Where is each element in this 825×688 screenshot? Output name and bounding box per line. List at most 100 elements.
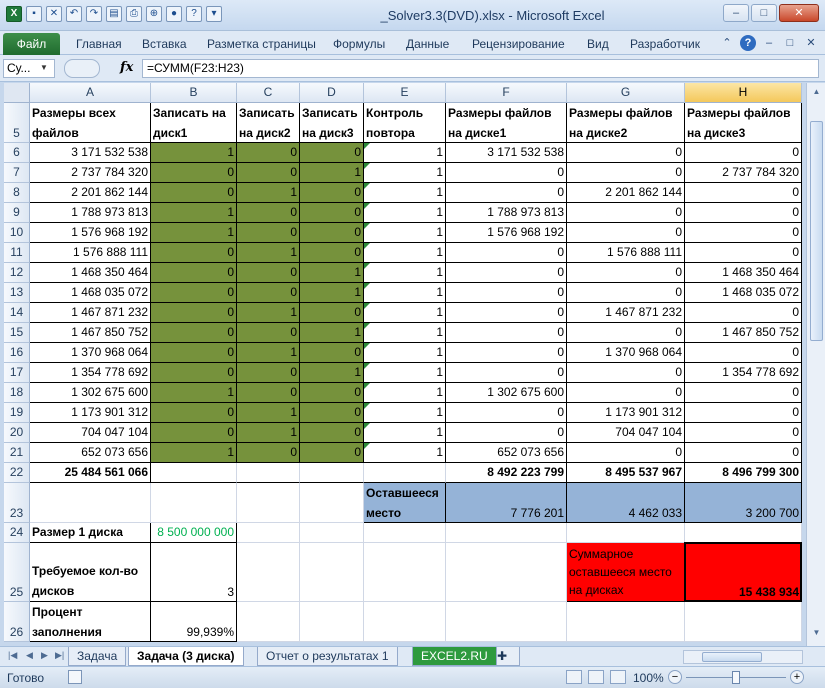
cell-a[interactable]: 2 201 862 144 xyxy=(30,183,151,203)
empty-cell[interactable] xyxy=(685,523,802,543)
tab-insert[interactable]: Вставка xyxy=(142,37,187,51)
column-header-f[interactable]: F xyxy=(446,83,567,103)
cell-e[interactable]: 1 xyxy=(364,163,446,183)
column-header-e[interactable]: E xyxy=(364,83,446,103)
formula-input[interactable]: =СУММ(F23:H23) xyxy=(142,59,819,78)
zoom-level[interactable]: 100% xyxy=(633,671,664,685)
cell-b[interactable]: 1 xyxy=(151,223,237,243)
cell-a[interactable]: 1 788 973 813 xyxy=(30,203,151,223)
remaining-label[interactable]: Оставшееся место xyxy=(364,483,446,523)
scroll-up-icon[interactable]: ▲ xyxy=(810,87,823,100)
cell-a[interactable]: 3 171 532 538 xyxy=(30,143,151,163)
cell-c[interactable]: 1 xyxy=(237,343,300,363)
empty-cell[interactable] xyxy=(237,543,300,602)
sheet-tab-report[interactable]: Отчет о результатах 1 xyxy=(257,647,398,666)
total-cell-f[interactable]: 8 492 223 799 xyxy=(446,463,567,483)
cell-f[interactable]: 0 xyxy=(446,243,567,263)
empty-cell[interactable] xyxy=(364,463,446,483)
cell-a[interactable]: 1 468 035 072 xyxy=(30,283,151,303)
horizontal-scroll-thumb[interactable] xyxy=(702,652,762,662)
cell-c[interactable]: 1 xyxy=(237,303,300,323)
zoom-slider-knob[interactable] xyxy=(732,671,740,684)
cell-e[interactable]: 1 xyxy=(364,283,446,303)
cell-f[interactable]: 1 788 973 813 xyxy=(446,203,567,223)
cell-g[interactable]: 1 467 871 232 xyxy=(567,303,685,323)
header-cell-d[interactable]: Записать на диск3 xyxy=(300,103,364,143)
cell-h[interactable]: 0 xyxy=(685,423,802,443)
cell-e[interactable]: 1 xyxy=(364,183,446,203)
cell-f[interactable]: 0 xyxy=(446,283,567,303)
cell-f[interactable]: 0 xyxy=(446,163,567,183)
cell-c[interactable]: 0 xyxy=(237,223,300,243)
cell-f[interactable]: 0 xyxy=(446,263,567,283)
cell-b[interactable]: 0 xyxy=(151,343,237,363)
cell-b[interactable]: 0 xyxy=(151,323,237,343)
empty-cell[interactable] xyxy=(364,543,446,602)
cell-a[interactable]: 1 467 850 752 xyxy=(30,323,151,343)
cell-h[interactable]: 0 xyxy=(685,403,802,423)
sheet-tab-task[interactable]: Задача xyxy=(68,647,127,666)
cell-a[interactable]: 1 468 350 464 xyxy=(30,263,151,283)
last-sheet-icon[interactable]: ▶| xyxy=(55,650,64,661)
column-header-a[interactable]: A xyxy=(30,83,151,103)
empty-cell[interactable] xyxy=(446,602,567,642)
vertical-scrollbar[interactable]: ▲ ▼ xyxy=(806,83,825,646)
empty-cell[interactable] xyxy=(151,483,237,523)
vertical-scroll-thumb[interactable] xyxy=(810,121,823,341)
cell-c[interactable]: 0 xyxy=(237,163,300,183)
total-cell-g[interactable]: 8 495 537 967 xyxy=(567,463,685,483)
scroll-down-icon[interactable]: ▼ xyxy=(810,628,823,641)
remaining-value-h[interactable]: 3 200 700 xyxy=(685,483,802,523)
cell-a[interactable]: 1 576 968 192 xyxy=(30,223,151,243)
cell-b[interactable]: 0 xyxy=(151,303,237,323)
header-cell-f[interactable]: Размеры файлов на диске1 xyxy=(446,103,567,143)
file-tab[interactable]: Файл xyxy=(3,33,60,55)
normal-view-icon[interactable] xyxy=(566,670,582,684)
cell-e[interactable]: 1 xyxy=(364,423,446,443)
empty-cell[interactable] xyxy=(300,483,364,523)
doc-close-icon[interactable]: ✕ xyxy=(803,35,819,51)
zoom-out-button[interactable]: − xyxy=(668,670,682,684)
macro-record-icon[interactable] xyxy=(68,670,82,684)
cell-b[interactable]: 0 xyxy=(151,183,237,203)
header-cell-g[interactable]: Размеры файлов на диске2 xyxy=(567,103,685,143)
empty-cell[interactable] xyxy=(237,602,300,642)
tab-formulas[interactable]: Формулы xyxy=(333,37,385,51)
row-header[interactable]: 6 xyxy=(4,143,30,163)
empty-cell[interactable] xyxy=(300,602,364,642)
empty-cell[interactable] xyxy=(30,483,151,523)
summary-remaining-label[interactable]: Суммарное оставшееся место на дисках xyxy=(567,543,685,602)
row-header[interactable]: 26 xyxy=(4,602,30,642)
cell-b[interactable]: 0 xyxy=(151,263,237,283)
row-header[interactable]: 23 xyxy=(4,483,30,523)
cell-g[interactable]: 1 576 888 111 xyxy=(567,243,685,263)
cell-f[interactable]: 0 xyxy=(446,303,567,323)
cell-h[interactable]: 0 xyxy=(685,303,802,323)
row-header[interactable]: 17 xyxy=(4,363,30,383)
disks-needed-value[interactable]: 3 xyxy=(151,543,237,602)
cell-g[interactable]: 0 xyxy=(567,383,685,403)
tab-view[interactable]: Вид xyxy=(587,37,609,51)
cell-g[interactable]: 0 xyxy=(567,263,685,283)
empty-cell[interactable] xyxy=(364,523,446,543)
doc-restore-icon[interactable]: □ xyxy=(782,35,798,51)
cell-c[interactable]: 0 xyxy=(237,283,300,303)
cell-e[interactable]: 1 xyxy=(364,143,446,163)
select-all-corner[interactable] xyxy=(4,83,30,103)
cell-d[interactable]: 0 xyxy=(300,223,364,243)
row-header[interactable]: 12 xyxy=(4,263,30,283)
empty-cell[interactable] xyxy=(237,463,300,483)
cell-e[interactable]: 1 xyxy=(364,263,446,283)
cell-e[interactable]: 1 xyxy=(364,443,446,463)
row-header[interactable]: 13 xyxy=(4,283,30,303)
cell-e[interactable]: 1 xyxy=(364,343,446,363)
formula-bar-splitter[interactable] xyxy=(64,59,100,78)
cell-e[interactable]: 1 xyxy=(364,303,446,323)
cell-g[interactable]: 2 201 862 144 xyxy=(567,183,685,203)
cell-g[interactable]: 0 xyxy=(567,163,685,183)
cell-c[interactable]: 0 xyxy=(237,383,300,403)
empty-cell[interactable] xyxy=(237,483,300,523)
cell-h[interactable]: 0 xyxy=(685,203,802,223)
cell-h[interactable]: 0 xyxy=(685,223,802,243)
column-header-g[interactable]: G xyxy=(567,83,685,103)
